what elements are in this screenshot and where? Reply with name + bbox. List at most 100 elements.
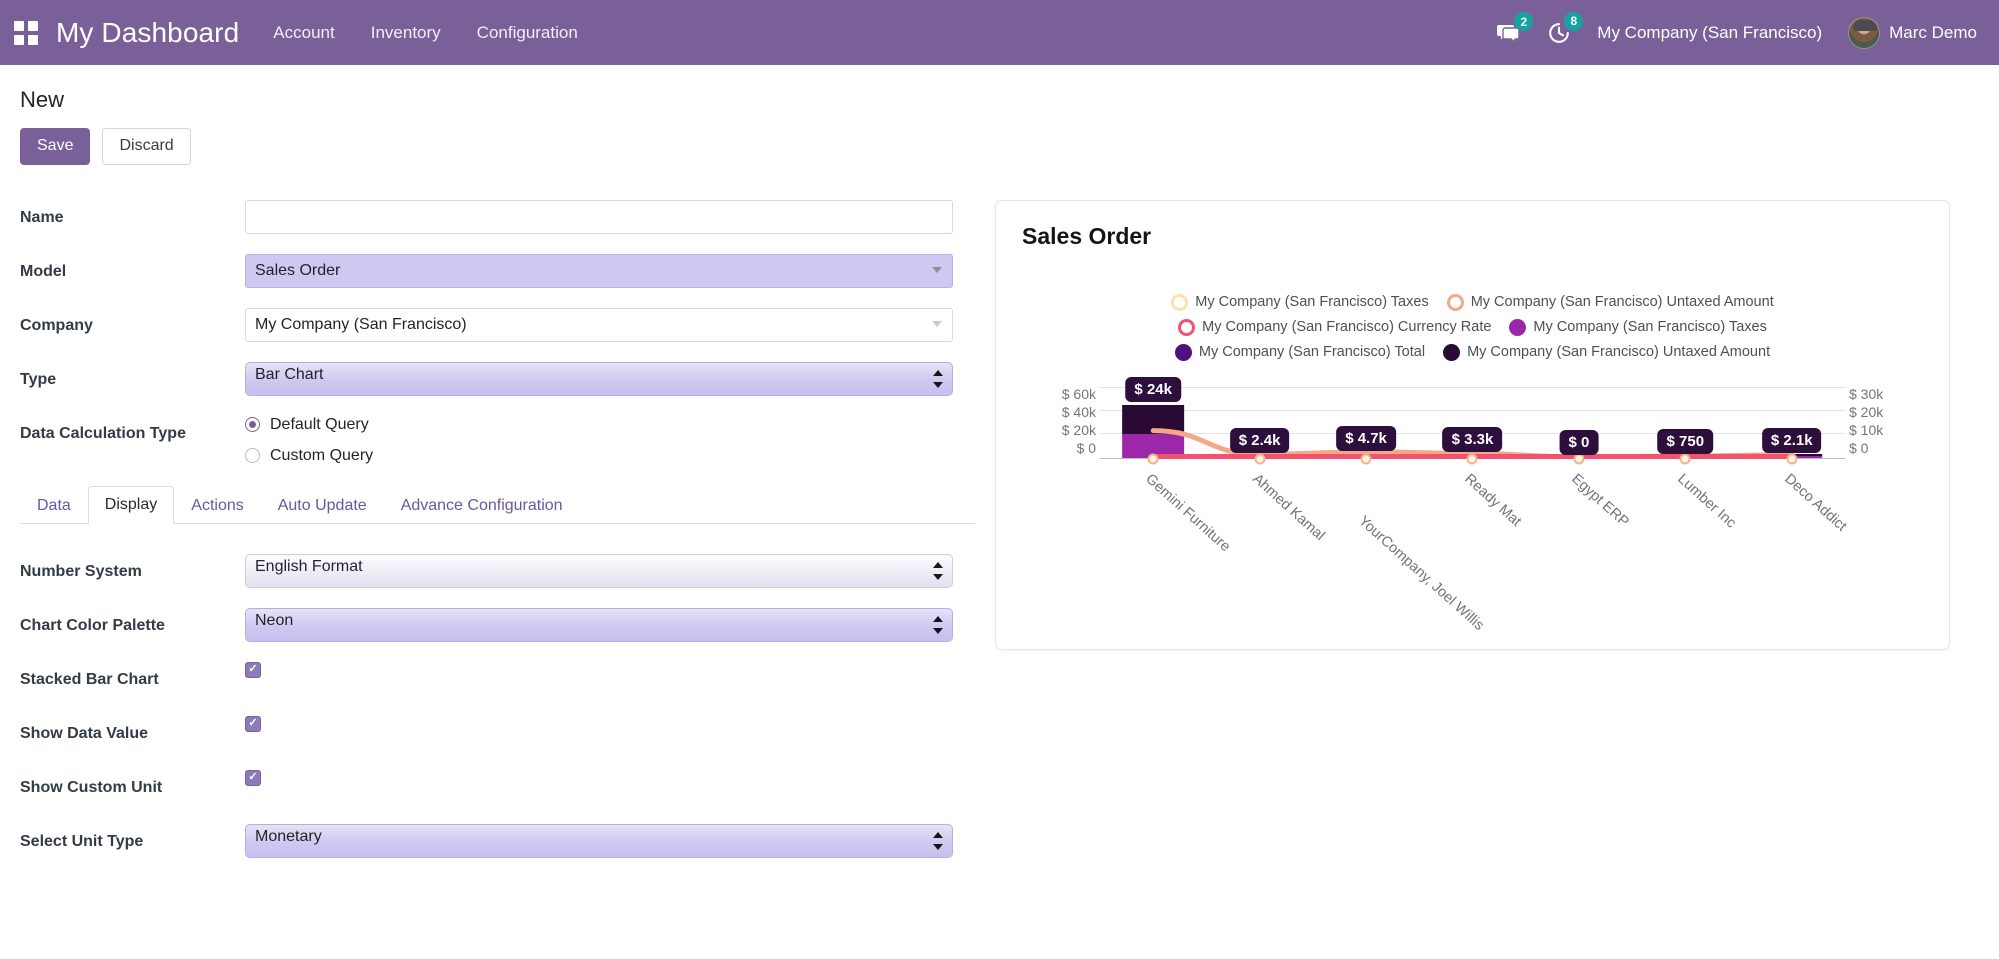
field-row-company: Company xyxy=(20,307,975,342)
company-field xyxy=(245,307,953,342)
tab-data[interactable]: Data xyxy=(20,487,88,524)
label-type: Type xyxy=(20,370,57,388)
x-axis-tick-label: Egypt ERP xyxy=(1568,470,1632,531)
legend-item-0[interactable]: My Company (San Francisco) Taxes xyxy=(1171,293,1429,311)
x-axis-tick: Egypt ERP xyxy=(1526,467,1632,577)
x-axis-tick: Gemini Furniture xyxy=(1100,467,1233,577)
activities-button[interactable]: 8 xyxy=(1547,11,1584,45)
name-input[interactable] xyxy=(245,199,953,234)
navbar-right: 2 8 My Company (San Francisco) Marc Demo xyxy=(1496,11,1977,49)
radio-icon-selected xyxy=(245,417,260,433)
x-axis-labels: Gemini Furniture Ahmed Kamal YourCompany, … xyxy=(1100,467,1849,634)
data-value-label: $ 24k xyxy=(1125,377,1181,402)
radio-default-query-label: Default Query xyxy=(270,415,369,433)
show-data-value-checkbox[interactable] xyxy=(245,715,261,732)
model-input[interactable] xyxy=(245,253,953,288)
x-axis-tick: YourCompany, Joel Willis xyxy=(1313,467,1487,634)
tab-actions[interactable]: Actions xyxy=(174,487,260,524)
field-row-chart-color-palette: Chart Color Palette Neon xyxy=(20,607,975,642)
x-axis-tick: Deco Addict xyxy=(1739,467,1849,577)
legend-item-1[interactable]: My Company (San Francisco) Untaxed Amoun… xyxy=(1446,293,1774,311)
radio-default-query[interactable]: Default Query xyxy=(245,416,953,434)
menu-item-inventory[interactable]: Inventory xyxy=(371,23,441,43)
legend-marker-icon xyxy=(1174,343,1192,361)
legend-label: My Company (San Francisco) Currency Rate xyxy=(1202,319,1492,336)
chart-preview-column: Sales Order My Company (San Francisco) T… xyxy=(995,199,1999,650)
field-row-name: Name xyxy=(20,199,975,234)
tab-advance-configuration[interactable]: Advance Configuration xyxy=(384,487,580,524)
record-actions: Save Discard xyxy=(20,128,1999,165)
menu-item-configuration[interactable]: Configuration xyxy=(477,23,578,43)
radio-custom-query[interactable]: Custom Query xyxy=(245,447,953,465)
company-input[interactable] xyxy=(245,307,953,342)
select-unit-type-field: Monetary xyxy=(245,823,953,858)
line-data-point xyxy=(1679,453,1691,465)
line-data-point xyxy=(1573,453,1585,465)
legend-item-2[interactable]: My Company (San Francisco) Currency Rate xyxy=(1178,318,1492,336)
type-select[interactable]: Bar Chart xyxy=(245,361,953,396)
chart-color-palette-select[interactable]: Neon xyxy=(245,607,953,642)
messages-button[interactable]: 2 xyxy=(1496,12,1534,44)
discard-button[interactable]: Discard xyxy=(102,128,191,165)
x-axis-tick: Ready Mat xyxy=(1419,467,1525,577)
label-data-calculation-type: Data Calculation Type xyxy=(20,424,186,442)
notebook-tabs: Data Display Actions Auto Update Advance… xyxy=(20,485,975,524)
label-company: Company xyxy=(20,316,93,334)
legend-label: My Company (San Francisco) Untaxed Amoun… xyxy=(1470,294,1774,311)
legend-marker-icon xyxy=(1443,343,1461,361)
chart-legend: My Company (San Francisco) Taxes My Comp… xyxy=(1022,293,1923,361)
line-data-point xyxy=(1254,453,1266,465)
stacked-bar-chart-checkbox[interactable] xyxy=(245,661,261,678)
line-data-point xyxy=(1360,453,1372,465)
x-axis-tick-label: Ready Mat xyxy=(1461,470,1525,530)
top-navbar: My Dashboard Account Inventory Configura… xyxy=(0,0,1999,65)
radio-custom-query-label: Custom Query xyxy=(270,446,374,464)
field-row-show-custom-unit: Show Custom Unit xyxy=(20,769,975,804)
record-header: New Save Discard xyxy=(0,65,1999,165)
field-row-type: Type Bar Chart xyxy=(20,361,975,396)
field-row-model: Model xyxy=(20,253,975,288)
tab-auto-update[interactable]: Auto Update xyxy=(261,487,384,524)
label-name: Name xyxy=(20,208,64,226)
field-row-number-system: Number System English Format xyxy=(20,553,975,588)
main-menu: Account Inventory Configuration xyxy=(273,23,578,43)
y-right-tick: $ 20k xyxy=(1849,403,1884,420)
data-value-label: $ 2.4k xyxy=(1229,428,1290,453)
form-body: Name Model Company Typ xyxy=(0,165,1999,878)
chart-title: Sales Order xyxy=(1022,222,1152,249)
show-custom-unit-checkbox[interactable] xyxy=(245,769,261,786)
user-name-label: Marc Demo xyxy=(1889,22,1977,42)
y-right-tick: $ 30k xyxy=(1849,385,1884,402)
display-field-group: Number System English Format Chart Color… xyxy=(20,553,975,858)
label-show-data-value: Show Data Value xyxy=(20,724,149,742)
apps-grid-icon[interactable] xyxy=(14,20,38,45)
legend-item-5[interactable]: My Company (San Francisco) Untaxed Amoun… xyxy=(1443,343,1770,361)
legend-marker-icon xyxy=(1171,293,1189,311)
tab-display[interactable]: Display xyxy=(87,485,175,524)
x-axis-tick-label: Lumber Inc xyxy=(1674,470,1740,532)
legend-label: My Company (San Francisco) Taxes xyxy=(1195,294,1429,311)
user-menu[interactable]: Marc Demo xyxy=(1848,16,1977,49)
data-calculation-radio-group: Default Query Custom Query xyxy=(245,416,953,465)
x-axis-tick-label: Deco Addict xyxy=(1781,470,1850,535)
type-field: Bar Chart xyxy=(245,361,953,396)
y-left-tick: $ 40k xyxy=(1061,403,1096,420)
label-select-unit-type: Select Unit Type xyxy=(20,832,144,850)
company-switcher[interactable]: My Company (San Francisco) xyxy=(1597,23,1822,43)
chart-canvas: $ 24k $ 2.4k $ 4.7k $ 3.3k $ 0 $ 750 $ 2.1k xyxy=(1100,377,1845,465)
legend-row-3: My Company (San Francisco) Total My Comp… xyxy=(1174,343,1770,361)
brand-title[interactable]: My Dashboard xyxy=(56,17,239,49)
legend-label: My Company (San Francisco) Taxes xyxy=(1533,319,1767,336)
y-right-tick: $ 10k xyxy=(1849,421,1884,438)
data-value-label: $ 0 xyxy=(1559,429,1599,455)
legend-label: My Company (San Francisco) Total xyxy=(1198,344,1426,361)
line-data-point xyxy=(1786,453,1798,465)
select-unit-type-select[interactable]: Monetary xyxy=(245,823,953,858)
legend-row-2: My Company (San Francisco) Currency Rate… xyxy=(1178,318,1767,336)
legend-item-3[interactable]: My Company (San Francisco) Taxes xyxy=(1509,318,1767,336)
save-button[interactable]: Save xyxy=(20,128,91,165)
data-value-label: $ 750 xyxy=(1657,429,1714,455)
number-system-select[interactable]: English Format xyxy=(245,553,953,588)
legend-item-4[interactable]: My Company (San Francisco) Total xyxy=(1174,343,1426,361)
menu-item-account[interactable]: Account xyxy=(273,23,334,43)
